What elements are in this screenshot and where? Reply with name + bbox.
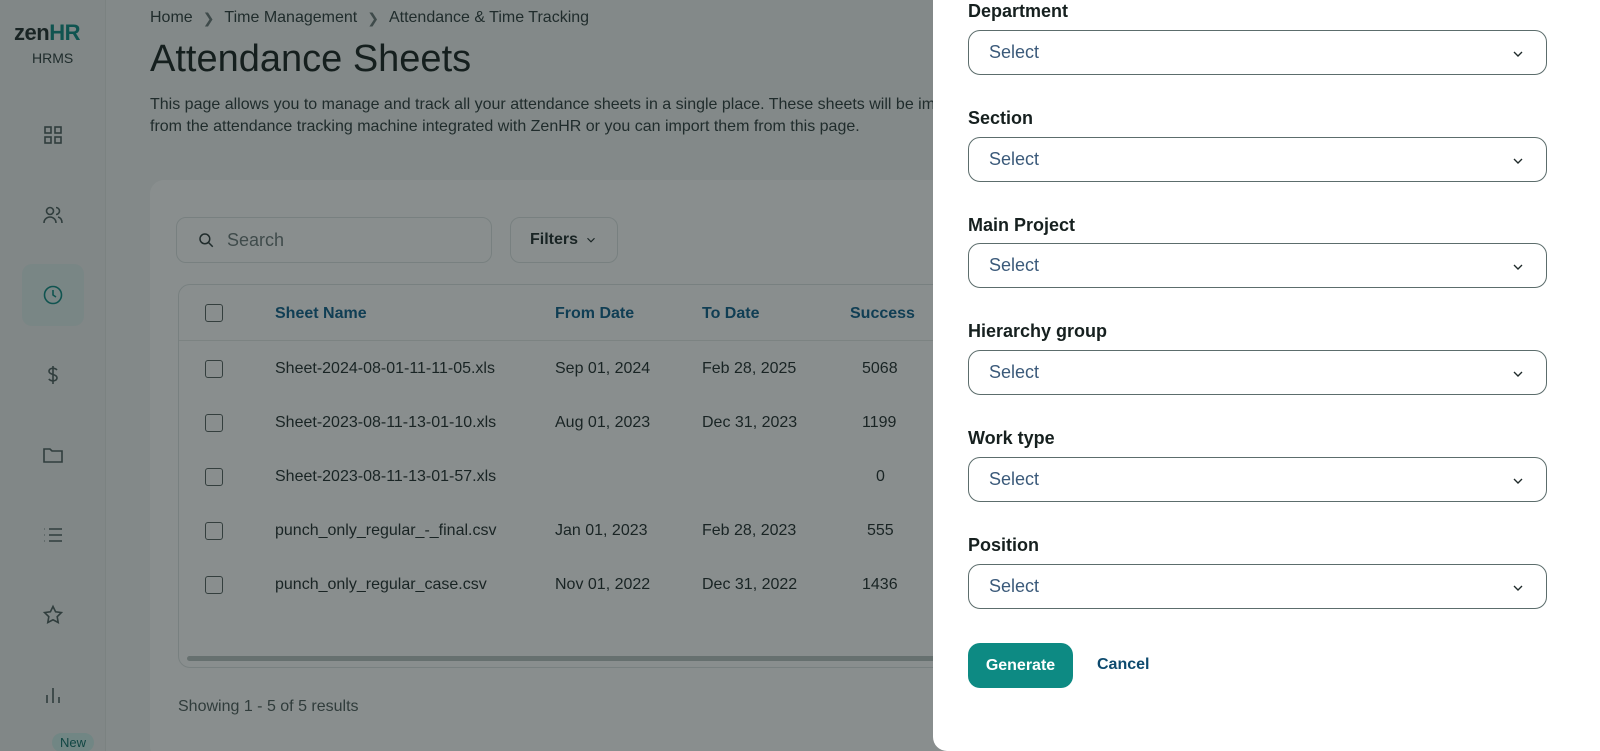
position-placeholder: Select	[989, 576, 1040, 596]
chevron-down-icon	[1513, 585, 1523, 591]
section-label: Section	[968, 108, 1034, 128]
chevron-down-icon	[1513, 478, 1523, 484]
generate-button[interactable]: Generate	[968, 643, 1073, 688]
main-project-placeholder: Select	[989, 255, 1040, 275]
hierarchy-group-select[interactable]: Select	[968, 350, 1547, 395]
chevron-down-icon	[1513, 158, 1523, 164]
hierarchy-group-placeholder: Select	[989, 362, 1040, 382]
chevron-down-icon	[1513, 371, 1523, 377]
position-select[interactable]: Select	[968, 564, 1547, 609]
cancel-button[interactable]: Cancel	[1097, 656, 1149, 674]
main-project-label: Main Project	[968, 215, 1076, 235]
section-placeholder: Select	[989, 149, 1040, 169]
filter-drawer: Department Select Section Select Main Pr…	[933, 0, 1600, 751]
work-type-placeholder: Select	[989, 469, 1040, 489]
hierarchy-group-label: Hierarchy group	[968, 321, 1108, 341]
department-label: Department	[968, 1, 1069, 21]
department-select[interactable]: Select	[968, 30, 1547, 75]
chevron-down-icon	[1513, 51, 1523, 57]
work-type-select[interactable]: Select	[968, 457, 1547, 502]
work-type-label: Work type	[968, 428, 1055, 448]
department-placeholder: Select	[989, 42, 1040, 62]
main-project-select[interactable]: Select	[968, 243, 1547, 288]
section-select[interactable]: Select	[968, 137, 1547, 182]
chevron-down-icon	[1513, 264, 1523, 270]
position-label: Position	[968, 535, 1039, 555]
